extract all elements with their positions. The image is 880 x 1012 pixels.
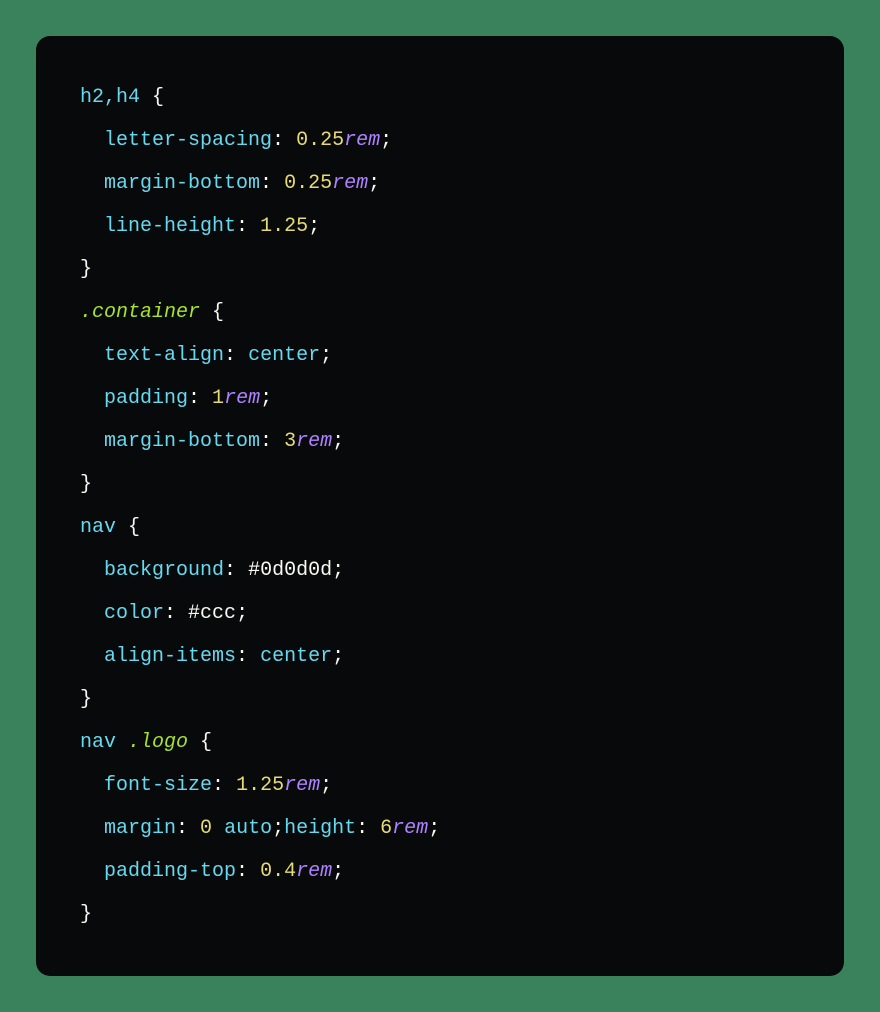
property: background xyxy=(104,559,224,582)
selector: .container xyxy=(80,301,200,324)
value-hex: #ccc xyxy=(188,602,236,625)
property: margin-bottom xyxy=(104,430,260,453)
value-keyword: center xyxy=(260,645,332,668)
property: line-height xyxy=(104,215,236,238)
code-line: text-align: center; xyxy=(80,334,800,377)
open-brace: { xyxy=(152,86,164,109)
property: font-size xyxy=(104,774,212,797)
property: height xyxy=(284,817,356,840)
property: margin xyxy=(104,817,176,840)
property: color xyxy=(104,602,164,625)
selector: nav xyxy=(80,516,116,539)
code-line: letter-spacing: 0.25rem; xyxy=(80,119,800,162)
value-unit: rem xyxy=(224,387,260,410)
colon: : xyxy=(272,129,284,152)
selector-part: nav xyxy=(80,731,128,754)
value-keyword: auto xyxy=(224,817,272,840)
value-number: 1.25 xyxy=(260,215,308,238)
value-number: 1 xyxy=(212,387,224,410)
value-number: 0.25 xyxy=(296,129,344,152)
code-line: .container { xyxy=(80,291,800,334)
code-line: margin-bottom: 3rem; xyxy=(80,420,800,463)
property: padding xyxy=(104,387,188,410)
property: margin-bottom xyxy=(104,172,260,195)
semicolon: ; xyxy=(380,129,392,152)
property: letter-spacing xyxy=(104,129,272,152)
value-unit: rem xyxy=(296,860,332,883)
code-line: padding-top: 0.4rem; xyxy=(80,850,800,893)
value-hex: #0d0d0d xyxy=(248,559,332,582)
value-unit: rem xyxy=(296,430,332,453)
value-unit: rem xyxy=(392,817,428,840)
close-brace: } xyxy=(80,258,92,281)
code-line: background: #0d0d0d; xyxy=(80,549,800,592)
code-line: } xyxy=(80,463,800,506)
code-line: line-height: 1.25; xyxy=(80,205,800,248)
space xyxy=(140,86,152,109)
value-number: 0.4 xyxy=(260,860,296,883)
value-unit: rem xyxy=(332,172,368,195)
code-line: padding: 1rem; xyxy=(80,377,800,420)
value-unit: rem xyxy=(344,129,380,152)
code-line: color: #ccc; xyxy=(80,592,800,635)
value-number: 0.25 xyxy=(284,172,332,195)
code-line: margin-bottom: 0.25rem; xyxy=(80,162,800,205)
property: text-align xyxy=(104,344,224,367)
code-line: h2,h4 { xyxy=(80,76,800,119)
property: align-items xyxy=(104,645,236,668)
code-line: nav { xyxy=(80,506,800,549)
selector: h2,h4 xyxy=(80,86,140,109)
code-line: font-size: 1.25rem; xyxy=(80,764,800,807)
value-number: 0 xyxy=(200,817,212,840)
value-number: 3 xyxy=(284,430,296,453)
code-line: nav .logo { xyxy=(80,721,800,764)
code-line: } xyxy=(80,678,800,721)
property: padding-top xyxy=(104,860,236,883)
css-code-block: h2,h4 { letter-spacing: 0.25rem; margin-… xyxy=(36,36,844,976)
value-keyword: center xyxy=(248,344,320,367)
value-number: 6 xyxy=(380,817,392,840)
code-line: margin: 0 auto;height: 6rem; xyxy=(80,807,800,850)
code-line: } xyxy=(80,248,800,291)
code-line: align-items: center; xyxy=(80,635,800,678)
value-unit: rem xyxy=(284,774,320,797)
selector-part: .logo xyxy=(128,731,188,754)
code-line: } xyxy=(80,893,800,936)
value-number: 1.25 xyxy=(236,774,284,797)
